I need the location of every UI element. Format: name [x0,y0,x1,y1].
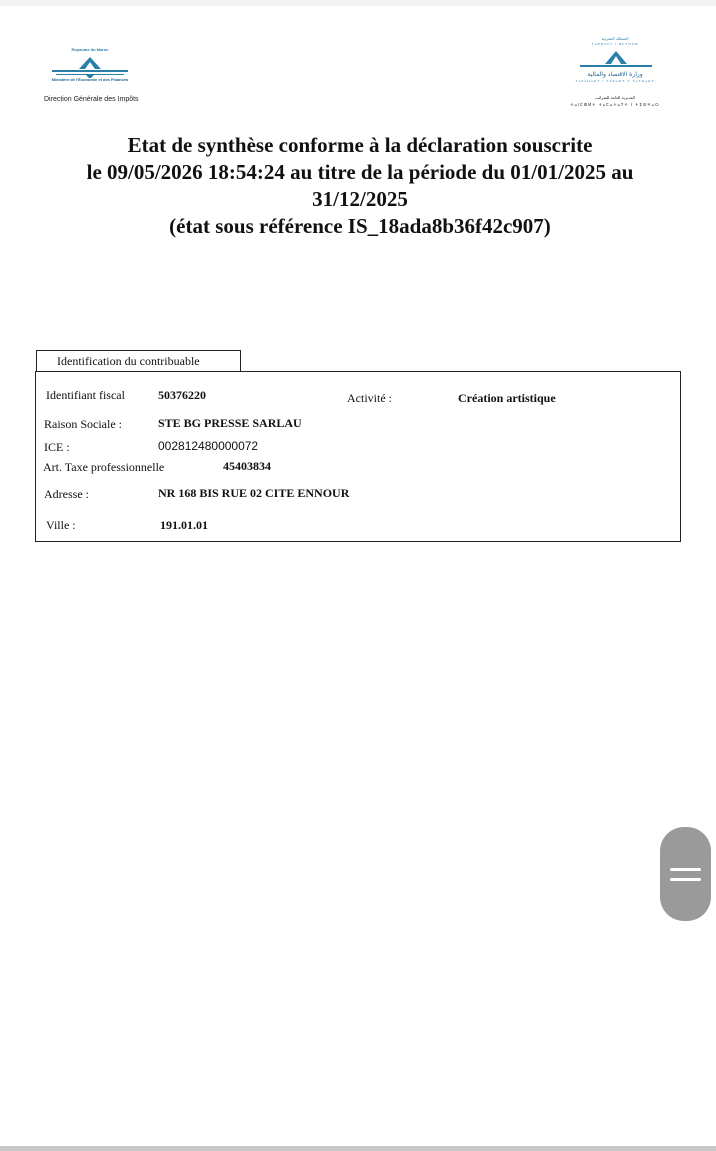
taxe-professionnelle-value: 45403834 [223,459,271,473]
logo-ar-ministry: وزارة الاقتصاد والمالية [587,71,643,78]
identifiant-fiscal-label: Identifiant fiscal [46,388,125,402]
identifiant-fiscal-value: 50376220 [158,388,206,402]
drag-handle-icon [670,878,701,881]
bottom-bar [0,1146,716,1151]
logo-ministry-text: Ministère de l'Économie et des Finances [51,77,129,82]
raison-sociale-value: STE BG PRESSE SARLAU [158,416,302,430]
scroll-handle[interactable] [660,827,711,921]
logo-tifinagh-ministry: ⵜⴰⵎⴰⵡⴰⵙⵜ ⵏ ⵜⴷⵎⴰⵙⵜ ⴷ ⵜⴰⵢⵔⴰⵡⵜ [575,79,655,83]
title-line-2: le 09/05/2026 18:54:24 au titre de la pé… [86,160,634,184]
logo-tifinagh-kingdom: ⵜⴰⴳⵍⴷⵉⵜ ⵏ ⵍⵎⵖⵔⵉⴱ [591,42,639,46]
title-line-3: 31/12/2025 [312,187,408,211]
ice-value: 002812480000072 [158,439,259,453]
logo-ar-dgi: المديرية العامة للضرائب [595,95,635,100]
activite-value: Création artistique [458,391,556,405]
title-line-1: Etat de synthèse conforme à la déclarati… [127,133,593,157]
ville-value: 191.01.01 [160,518,208,532]
ministry-logo-left: Royaume du Maroc Ministère de l'Économie… [40,44,150,110]
raison-sociale-label: Raison Sociale : [44,417,122,431]
top-strip [0,0,716,6]
adresse-value: NR 168 BIS RUE 02 CITE ENNOUR [158,486,350,500]
title-line-4: (état sous référence IS_18ada8b36f42c907… [169,214,551,238]
page-title: Etat de synthèse conforme à la déclarati… [30,132,690,240]
activite-label: Activité : [347,391,392,405]
logo-tifinagh-dgi: ⵜⴰⵏⵎⵀⵍⵜ ⵜⴰⵎⴰⵜⴰⵢⵜ ⵏ ⵜⵉⵙⵖⴰⵔ [570,102,660,107]
ice-label: ICE : [44,440,70,454]
ministry-logo-right: المملكة المغربية ⵜⴰⴳⵍⴷⵉⵜ ⵏ ⵍⵎⵖⵔⵉⴱ وزارة … [560,36,680,114]
logo-dgi-text: Direction Générale des Impôts [44,96,139,103]
drag-handle-icon [670,868,701,871]
adresse-label: Adresse : [44,487,89,501]
taxe-professionnelle-label: Art. Taxe professionnelle [43,460,165,474]
logo-ar-kingdom: المملكة المغربية [601,36,629,41]
ville-label: Ville : [46,518,76,532]
logo-kingdom-text: Royaume du Maroc [71,47,109,52]
ministry-emblem-icon [580,51,652,67]
ministry-emblem-icon [52,57,128,78]
identification-tab: Identification du contribuable [36,350,241,371]
